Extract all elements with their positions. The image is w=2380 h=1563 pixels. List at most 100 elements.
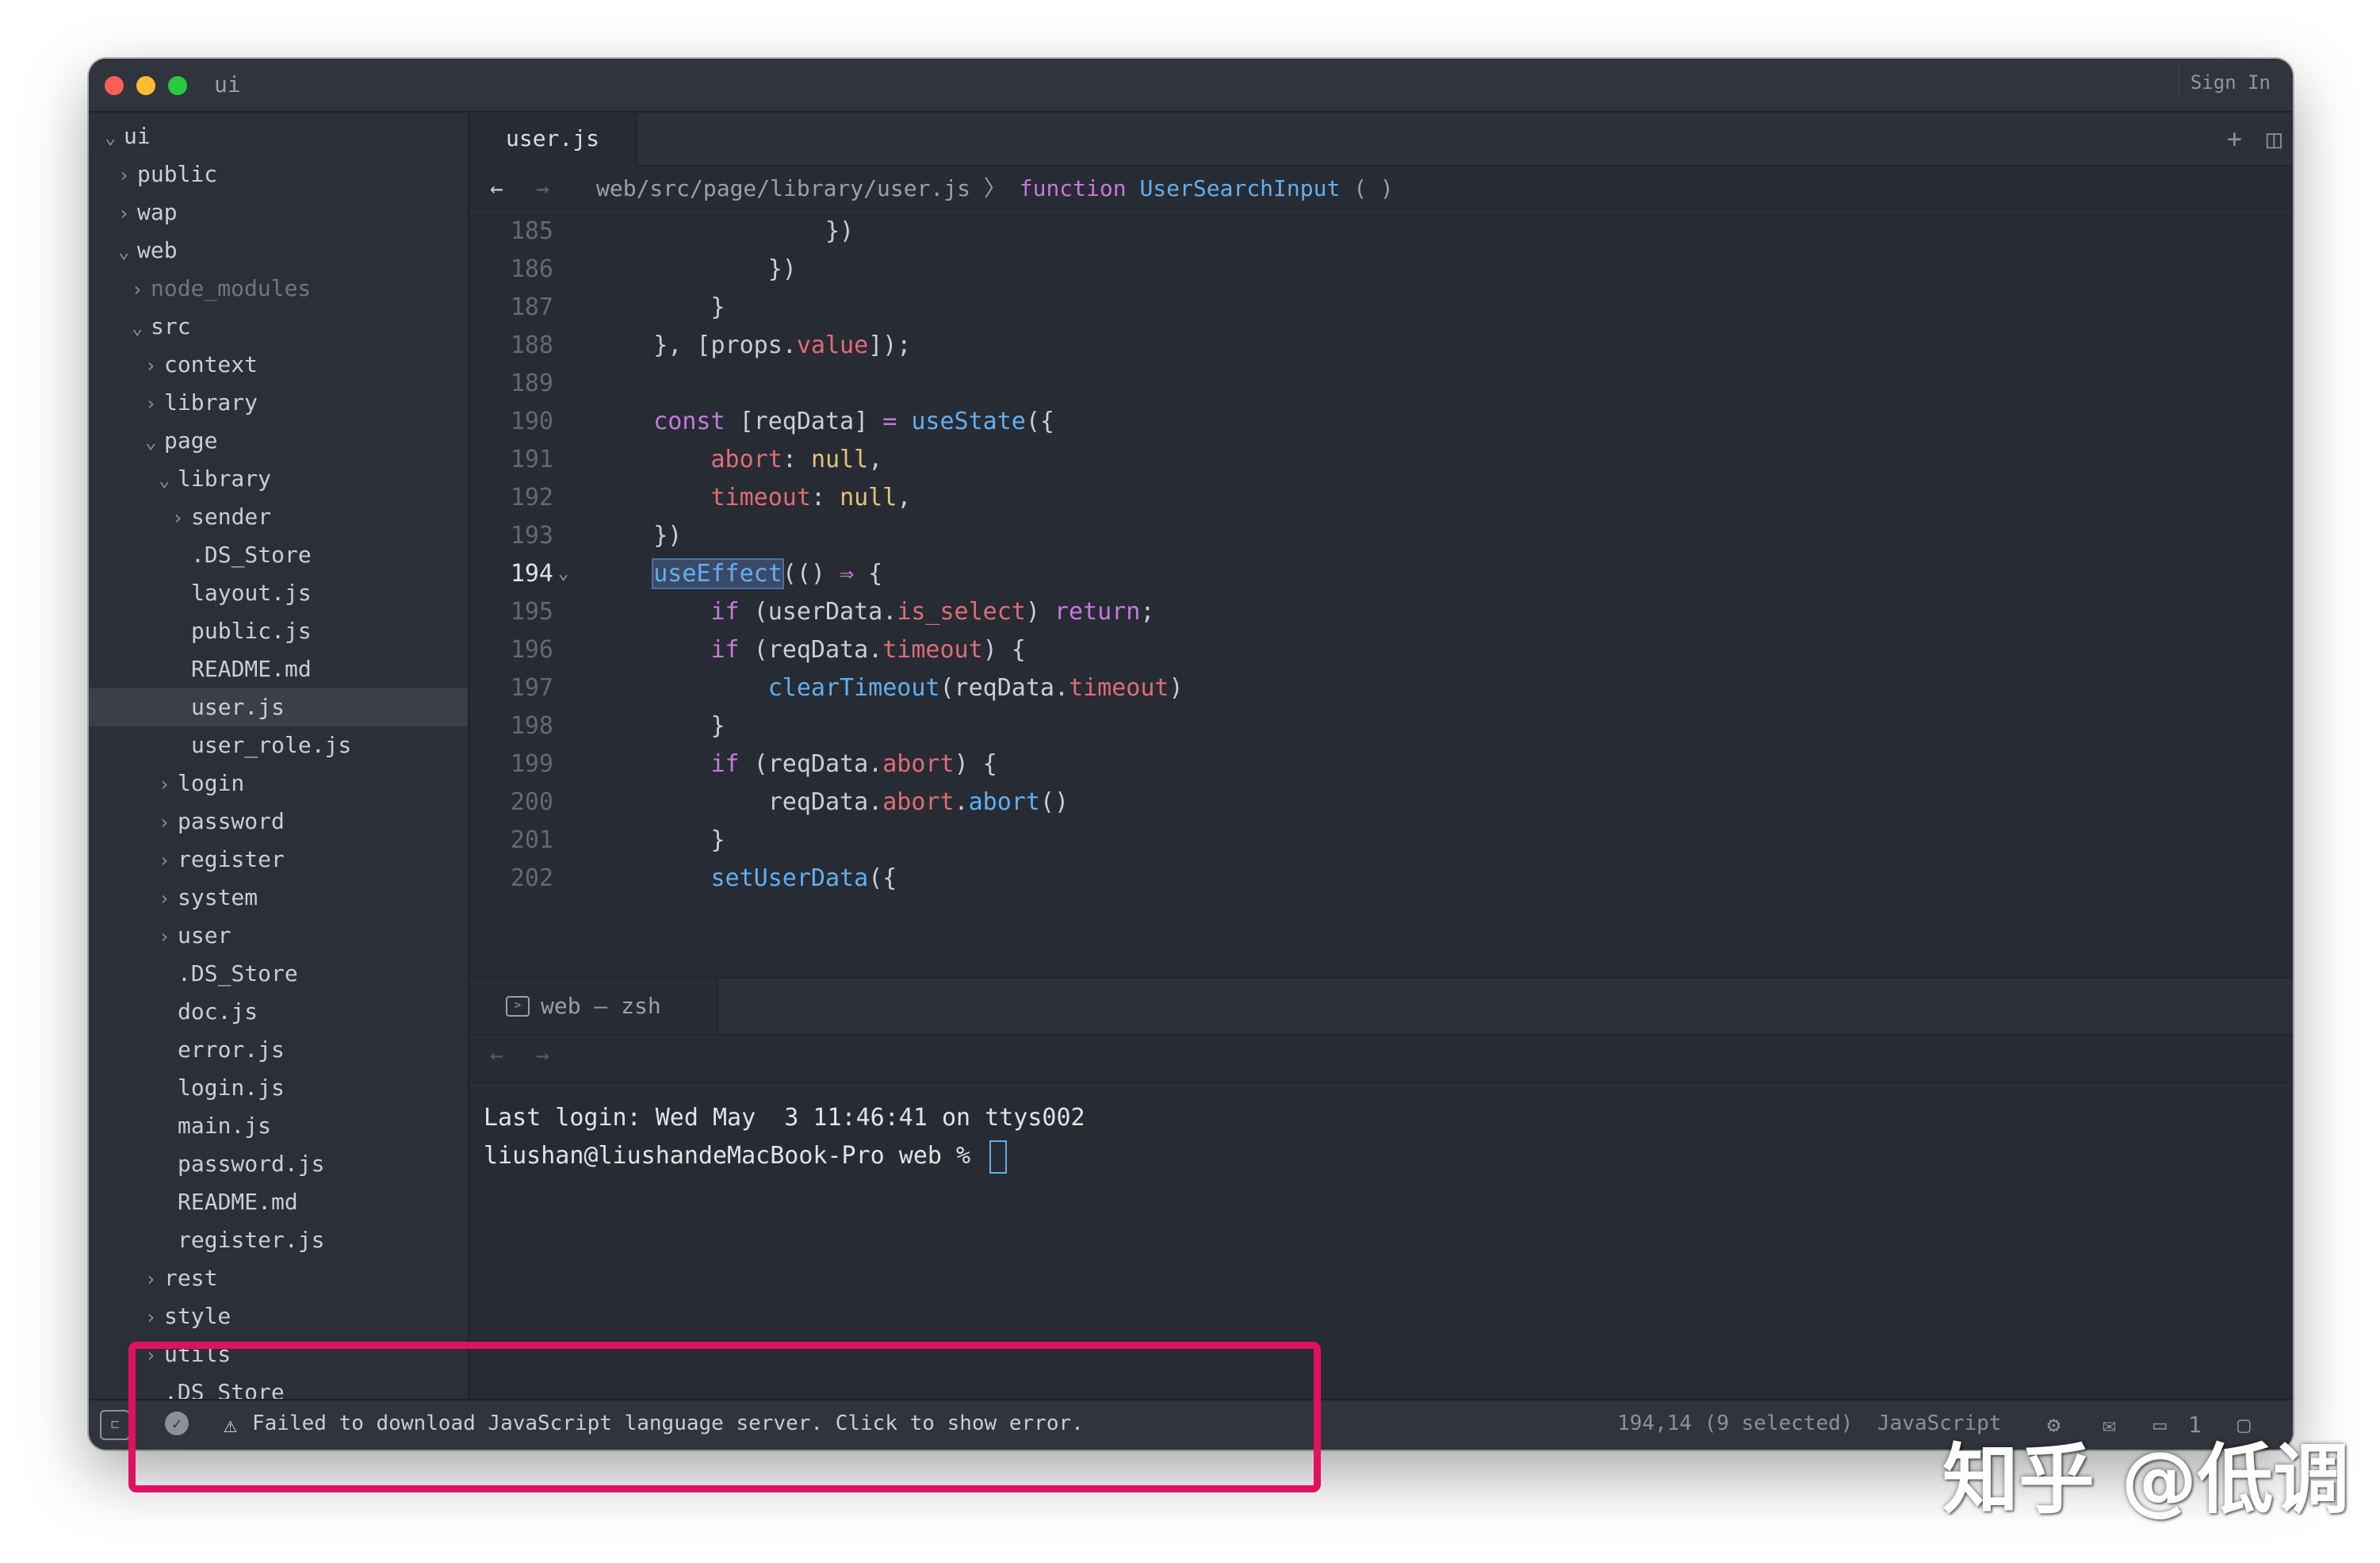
sidebar-item-label: web: [137, 237, 178, 263]
sidebar-item[interactable]: › register: [89, 841, 468, 879]
terminal-forward-icon[interactable]: →: [536, 1042, 549, 1068]
breadcrumb-symbol-tail: ( ): [1353, 175, 1394, 201]
sidebar-item[interactable]: › context: [89, 346, 468, 384]
tab-user-js[interactable]: user.js: [469, 113, 637, 167]
sidebar-item[interactable]: › system: [89, 879, 468, 917]
minimize-window-button[interactable]: [136, 76, 155, 95]
code-area[interactable]: 185 }) 186 }) 187 } 188 }, [props.value]); 1…: [469, 213, 2293, 902]
code-token: abort: [968, 788, 1040, 816]
project-panel: ⌄ ui › public › wap ⌄ web › node_modules ⌄ src › cont…: [89, 113, 469, 1400]
sidebar-item[interactable]: password.js: [89, 1145, 468, 1183]
line-number: 202: [510, 864, 553, 892]
back-arrow-icon[interactable]: ←: [490, 167, 503, 211]
sidebar-item[interactable]: ⌄ page: [89, 422, 468, 460]
sidebar-item[interactable]: register.js: [89, 1221, 468, 1259]
sidebar-item-label: user_role.js: [191, 732, 352, 758]
sidebar-item[interactable]: › library: [89, 384, 468, 422]
chevron-right-icon: ›: [159, 811, 170, 833]
breadcrumb-path[interactable]: web/src/page/library/user.js 〉 function …: [596, 167, 1394, 211]
terminal-back-icon[interactable]: ←: [490, 1042, 503, 1068]
sidebar-item[interactable]: .DS_Store: [89, 536, 468, 574]
line-number: 197: [510, 674, 553, 702]
zoom-window-button[interactable]: [168, 76, 187, 95]
sidebar-item[interactable]: › style: [89, 1297, 468, 1335]
chevron-right-icon: ›: [159, 773, 170, 795]
sidebar-item-label: user: [178, 922, 231, 948]
code-text: setUserData({: [596, 860, 897, 898]
code-line: 186 }): [469, 251, 2293, 289]
code-token: null: [810, 446, 869, 473]
code-line: 192 timeout: null,: [469, 479, 2293, 517]
line-number: 201: [510, 826, 553, 854]
sidebar-item-label: main.js: [178, 1113, 272, 1139]
code-text: }): [596, 251, 797, 289]
code-line: 196 if (reqData.timeout) {: [469, 631, 2293, 669]
sidebar-item[interactable]: › rest: [89, 1259, 468, 1297]
line-number: 200: [510, 788, 553, 816]
code-token: ) {: [982, 636, 1026, 664]
sidebar-item[interactable]: main.js: [89, 1107, 468, 1145]
code-token: if: [710, 636, 740, 664]
sidebar-item[interactable]: › node_modules: [89, 270, 468, 308]
terminal-tab-bar: > web — zsh: [469, 977, 2293, 1036]
sidebar-item[interactable]: ⌄ web: [89, 232, 468, 270]
sidebar-item[interactable]: › public: [89, 155, 468, 193]
code-line: 191 abort: null,: [469, 441, 2293, 479]
forward-arrow-icon[interactable]: →: [536, 167, 549, 211]
sidebar-item[interactable]: ⌄ library: [89, 460, 468, 498]
sidebar-item[interactable]: user.js: [89, 688, 468, 726]
terminal-prompt-text: liushan@liushandeMacBook-Pro web %: [484, 1142, 985, 1170]
sidebar-item[interactable]: layout.js: [89, 574, 468, 612]
line-number: 194: [510, 560, 553, 588]
code-line: 188 }, [props.value]);: [469, 327, 2293, 365]
code-token: timeout: [882, 636, 983, 664]
code-token: abort: [882, 788, 955, 816]
code-token: return: [1054, 598, 1141, 626]
chevron-down-icon: ⌄: [132, 316, 143, 339]
sidebar-item[interactable]: › login: [89, 764, 468, 803]
code-token: const: [653, 408, 725, 435]
code-line: 202 setUserData({: [469, 860, 2293, 898]
sidebar-item[interactable]: › wap: [89, 193, 468, 232]
sidebar-item[interactable]: ⌄ src: [89, 308, 468, 346]
code-token: ,: [868, 446, 883, 473]
code-token: .: [954, 788, 969, 816]
sidebar-item[interactable]: public.js: [89, 612, 468, 650]
sidebar-item[interactable]: error.js: [89, 1031, 468, 1069]
sidebar-item[interactable]: doc.js: [89, 993, 468, 1031]
new-tab-icon[interactable]: +: [2227, 124, 2242, 154]
code-line: 187 }: [469, 289, 2293, 327]
sidebar-item[interactable]: › password: [89, 803, 468, 841]
sidebar-item[interactable]: README.md: [89, 650, 468, 688]
toggle-dock-icon[interactable]: ⊏: [100, 1410, 130, 1440]
sidebar-item-label: wap: [137, 199, 178, 225]
chevron-right-icon: ›: [118, 202, 130, 224]
line-number: 185: [510, 217, 553, 245]
project-title[interactable]: ui: [214, 71, 241, 98]
sidebar-item-label: sender: [191, 504, 272, 530]
code-token: }): [596, 217, 855, 245]
split-pane-icon[interactable]: ◫: [2267, 124, 2282, 154]
tab-terminal[interactable]: > web — zsh: [469, 979, 718, 1034]
code-line: 198 }: [469, 707, 2293, 745]
sidebar-item[interactable]: login.js: [89, 1069, 468, 1107]
chevron-down-icon: ⌄: [118, 240, 130, 262]
sidebar-item[interactable]: › user: [89, 917, 468, 955]
sidebar-item[interactable]: .DS_Store: [89, 955, 468, 993]
code-token: abort: [710, 446, 782, 473]
close-window-button[interactable]: [105, 76, 124, 95]
fold-chevron-icon[interactable]: ⌄: [558, 555, 568, 593]
cursor-position[interactable]: 194,14 (9 selected): [1617, 1412, 1853, 1435]
code-line: 189: [469, 365, 2293, 403]
sidebar-item[interactable]: ⌄ ui: [89, 117, 468, 155]
sidebar-item[interactable]: user_role.js: [89, 726, 468, 764]
code-line: 185 }): [469, 213, 2293, 251]
sidebar-item[interactable]: README.md: [89, 1183, 468, 1221]
sign-in-button[interactable]: Sign In: [2177, 67, 2282, 98]
chevron-right-icon: ›: [132, 278, 143, 301]
sidebar-item[interactable]: › sender: [89, 498, 468, 536]
sidebar-item-label: login.js: [178, 1075, 285, 1101]
